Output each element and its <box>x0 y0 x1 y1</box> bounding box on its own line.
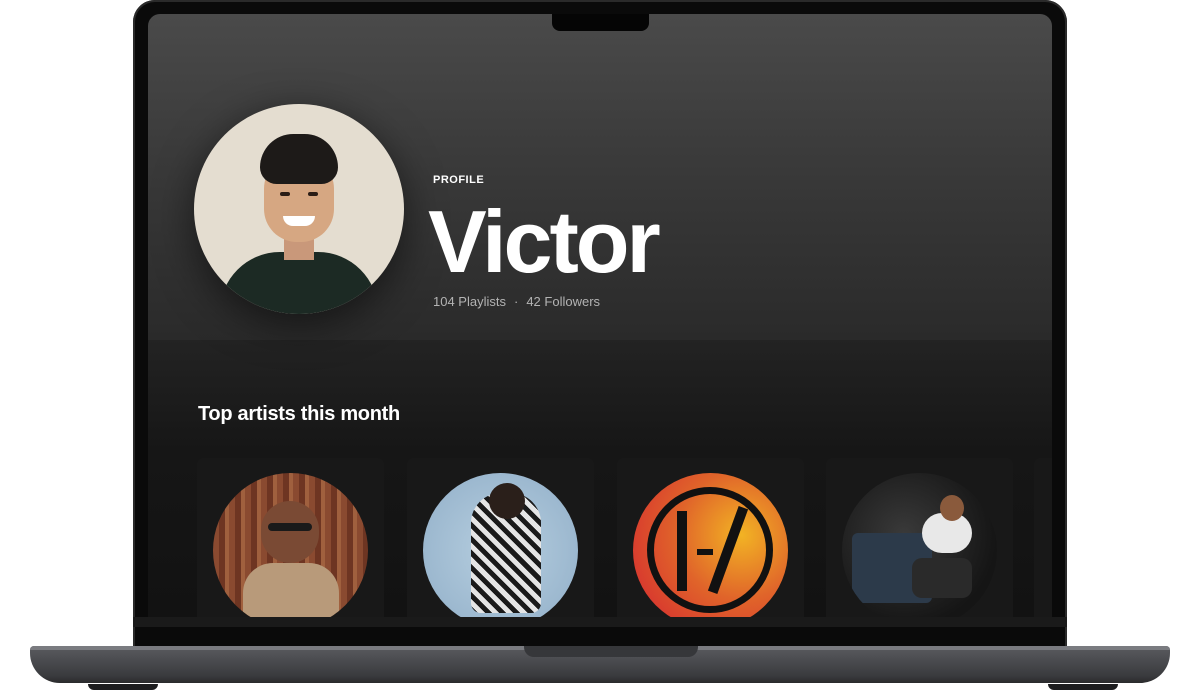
artist-card-partial[interactable] <box>1034 458 1052 617</box>
top-artists-heading[interactable]: Top artists this month <box>198 403 400 426</box>
profile-stats: 104 Playlists · 42 Followers <box>433 294 600 309</box>
app-screen: PROFILE Victor 104 Playlists · 42 Follower… <box>148 14 1052 617</box>
stats-separator: · <box>513 294 519 309</box>
artist-card[interactable] <box>197 458 384 617</box>
followers-count[interactable]: 42 Followers <box>526 294 600 309</box>
artist-image <box>423 473 578 617</box>
laptop-hinge <box>133 617 1067 627</box>
laptop-foot-right <box>1048 684 1118 690</box>
artist-image <box>842 473 997 617</box>
playlists-count[interactable]: 104 Playlists <box>433 294 506 309</box>
profile-name[interactable]: Victor <box>428 192 661 292</box>
artist-image <box>633 473 788 617</box>
artist-card[interactable] <box>407 458 594 617</box>
artist-image <box>213 473 368 617</box>
camera-notch <box>552 14 649 31</box>
profile-type-label: PROFILE <box>433 174 485 186</box>
lid-opening-indent <box>524 646 698 657</box>
artist-card[interactable] <box>617 458 804 617</box>
laptop-foot-left <box>88 684 158 690</box>
profile-avatar[interactable] <box>194 104 404 314</box>
artist-card[interactable] <box>826 458 1013 617</box>
